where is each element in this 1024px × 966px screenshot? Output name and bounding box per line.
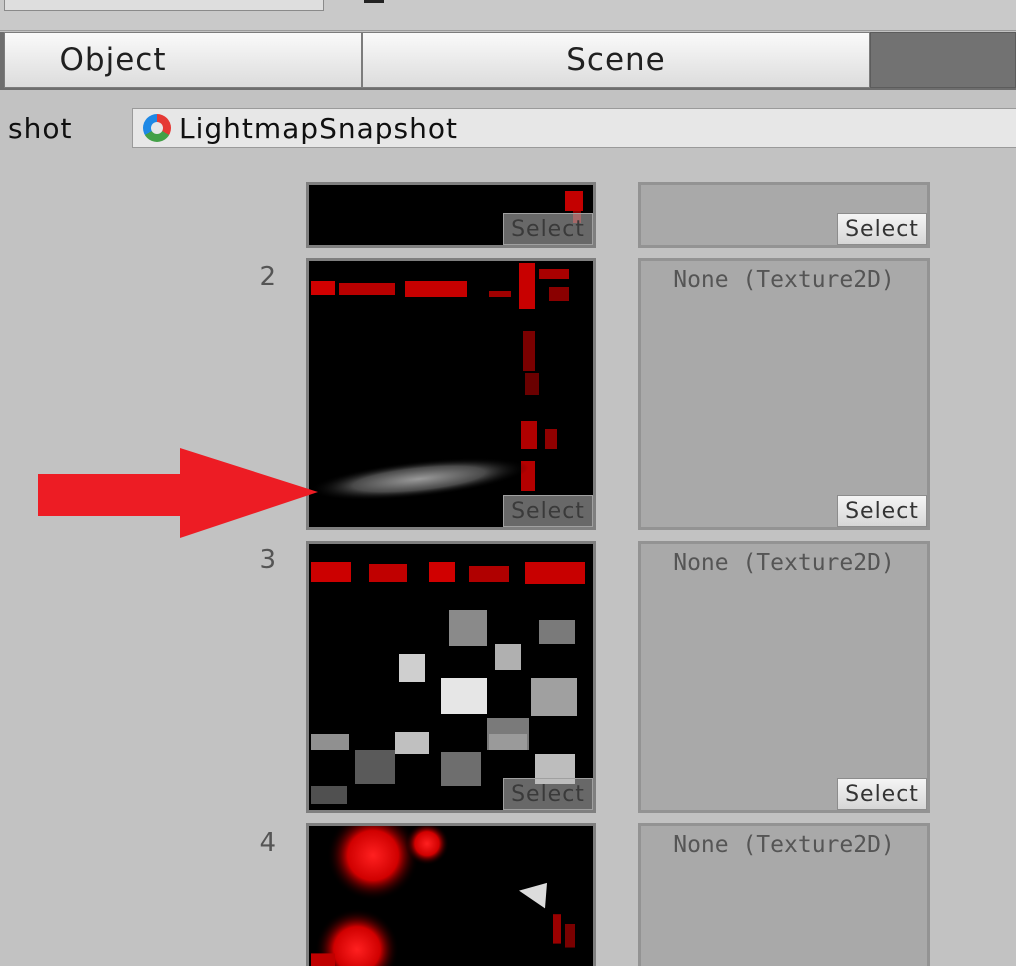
tab-bar: Object Scene bbox=[0, 32, 1016, 90]
select-button[interactable]: Select bbox=[837, 495, 927, 527]
tab-scene[interactable]: Scene bbox=[362, 32, 870, 88]
lightmap-thumbnail-2[interactable]: Select bbox=[306, 258, 596, 530]
lightmap-snapshot-icon bbox=[143, 114, 171, 142]
row-index: 4 bbox=[259, 828, 276, 858]
lightmap-thumbnail-4[interactable] bbox=[306, 823, 596, 966]
none-texture-label: None (Texture2D) bbox=[673, 832, 895, 858]
select-button[interactable]: Select bbox=[837, 778, 927, 810]
title-fragment-mark bbox=[364, 0, 384, 3]
none-texture-label: None (Texture2D) bbox=[673, 267, 895, 293]
directional-slot-2[interactable]: None (Texture2D) Select bbox=[638, 258, 930, 530]
snapshot-label: shot bbox=[8, 112, 73, 145]
directional-slot-1[interactable]: Select bbox=[638, 182, 930, 248]
row-index: 2 bbox=[259, 262, 276, 292]
directional-slot-4[interactable]: None (Texture2D) bbox=[638, 823, 930, 966]
red-arrow-annotation bbox=[38, 448, 318, 538]
row-index: 3 bbox=[259, 545, 276, 575]
directional-slot-3[interactable]: None (Texture2D) Select bbox=[638, 541, 930, 813]
none-texture-label: None (Texture2D) bbox=[673, 550, 895, 576]
lightmap-thumbnail-3[interactable]: Select bbox=[306, 541, 596, 813]
window-title-strip bbox=[0, 0, 1016, 31]
lightmap-snapshot-row: shot LightmapSnapshot bbox=[0, 100, 1016, 156]
tab-object[interactable]: Object bbox=[4, 32, 362, 88]
select-button[interactable]: Select bbox=[503, 213, 593, 245]
snapshot-value: LightmapSnapshot bbox=[179, 111, 458, 145]
lightmap-thumbnail-1[interactable]: Select bbox=[306, 182, 596, 248]
lightmap-texture-4 bbox=[309, 826, 593, 966]
select-button[interactable]: Select bbox=[503, 778, 593, 810]
snapshot-object-field[interactable]: LightmapSnapshot bbox=[132, 108, 1016, 148]
select-button[interactable]: Select bbox=[503, 495, 593, 527]
lightmap-texture-2 bbox=[309, 261, 593, 527]
lightmap-texture-3 bbox=[309, 544, 593, 810]
tab-bar-filler bbox=[870, 32, 1016, 88]
title-tab-fragment bbox=[4, 0, 324, 11]
select-button[interactable]: Select bbox=[837, 213, 927, 245]
